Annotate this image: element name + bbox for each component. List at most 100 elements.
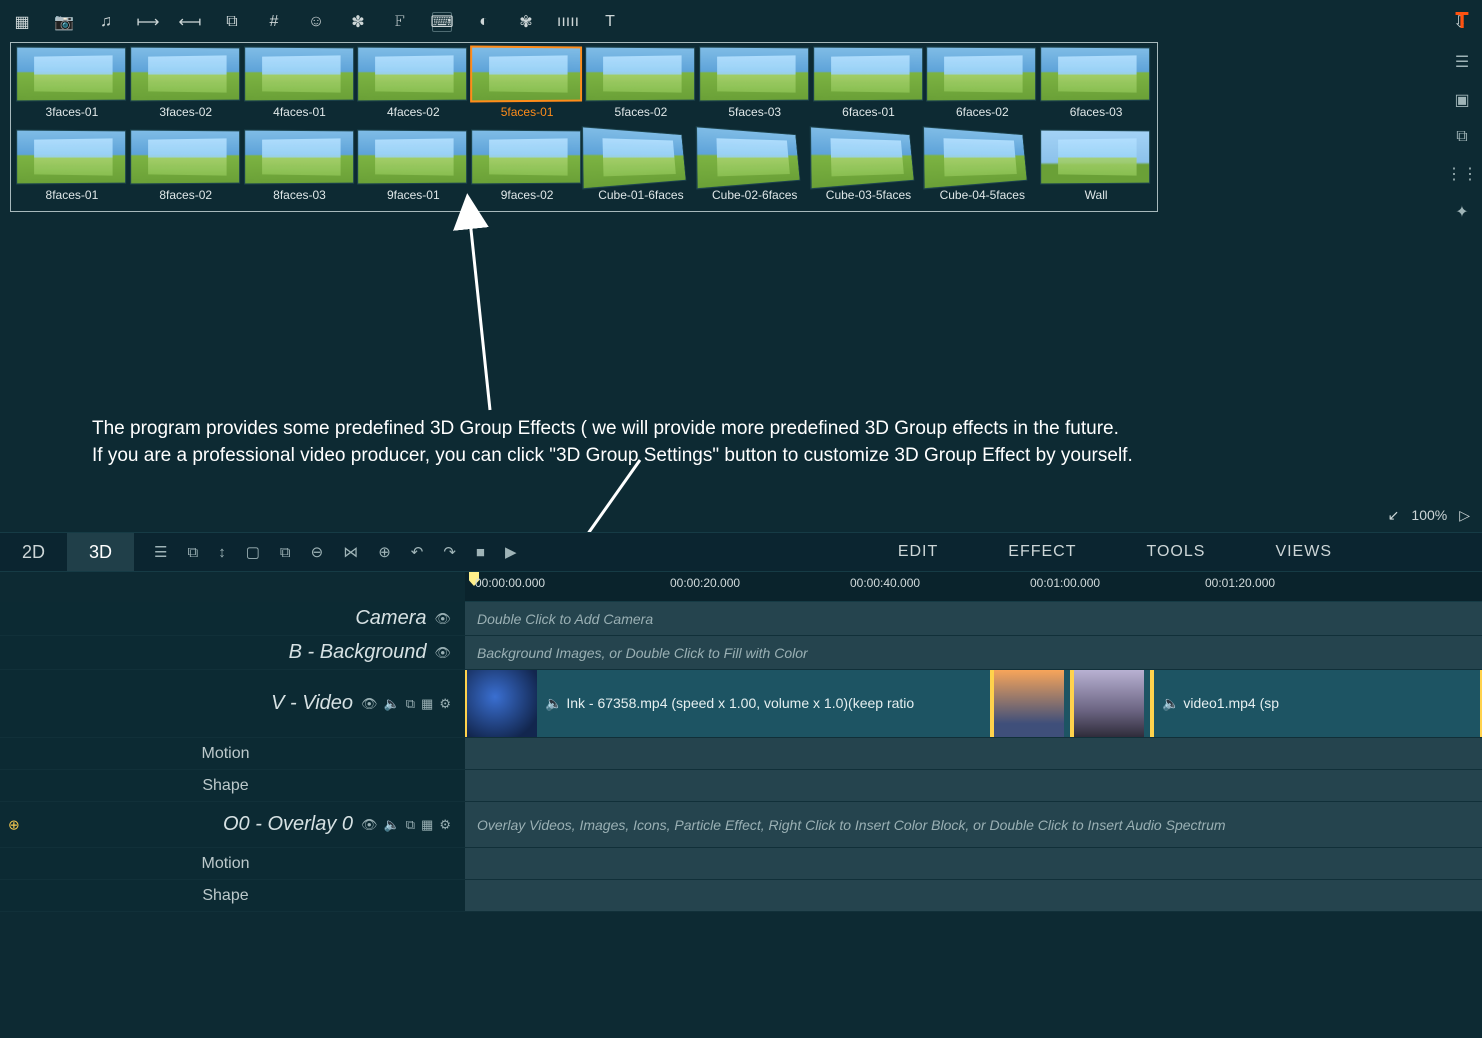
effect-wall[interactable]: Wall (1041, 130, 1151, 209)
effect-8faces-01[interactable]: 8faces-01 (17, 130, 127, 209)
link-icon[interactable]: ⋈ (343, 543, 358, 561)
menu-effect[interactable]: EFFECT (1008, 543, 1076, 561)
track-video-title: V - Video (271, 692, 353, 715)
effect-4faces-02[interactable]: 4faces-02 (358, 47, 468, 126)
list-icon[interactable]: ☰ (154, 543, 167, 561)
track-shape-body[interactable] (465, 880, 1482, 911)
track-video-head: V - Video 👁 🔈 ⧉ ▦ ⚙ (0, 670, 465, 737)
contrast-icon[interactable]: ◐ (474, 12, 494, 32)
effect-3faces-01[interactable]: 3faces-01 (17, 47, 127, 126)
effect-cube-04-5faces[interactable]: Cube-04-5faces (927, 130, 1037, 209)
effect-thumbnail (809, 126, 914, 189)
track-overlay-title: O0 - Overlay 0 (223, 813, 353, 836)
sparkle-icon[interactable]: ✦ (1455, 202, 1468, 222)
transition-in-icon[interactable]: ⟼ (138, 12, 158, 32)
effect-label: 4faces-01 (273, 105, 326, 119)
text-icon[interactable]: T (600, 12, 620, 32)
effect-thumbnail (582, 126, 687, 189)
effect-label: 6faces-02 (956, 105, 1009, 119)
flower-icon[interactable]: ✽ (348, 12, 368, 32)
smiley-icon[interactable]: ☺ (306, 12, 326, 32)
eye-icon[interactable]: 👁 (434, 611, 451, 627)
redo-icon[interactable]: ↷ (443, 543, 456, 561)
effect-8faces-02[interactable]: 8faces-02 (131, 130, 241, 209)
clip-city[interactable] (1072, 670, 1152, 737)
play-icon[interactable]: ▶ (505, 543, 517, 561)
effect-4faces-01[interactable]: 4faces-01 (245, 47, 355, 126)
effect-6faces-01[interactable]: 6faces-01 (814, 47, 924, 126)
undo-icon[interactable]: ↶ (411, 543, 424, 561)
grid-icon[interactable]: ▦ (12, 12, 32, 32)
mirror-icon[interactable]: ⧉ (1456, 128, 1467, 146)
fit-icon[interactable]: ↙ (1388, 507, 1400, 524)
effect-label: Cube-03-5faces (826, 188, 911, 202)
box-icon[interactable]: ▣ (1454, 90, 1469, 110)
keyboard-icon[interactable]: ⌨ (432, 12, 452, 32)
effect-cube-03-5faces[interactable]: Cube-03-5faces (814, 130, 924, 209)
layers-icon[interactable]: ☰ (1455, 52, 1469, 72)
effect-label: 8faces-01 (46, 188, 99, 202)
effect-5faces-02[interactable]: 5faces-02 (586, 47, 696, 126)
bars-icon[interactable]: ııııı (558, 12, 578, 32)
eye-icon[interactable]: 👁 (434, 645, 451, 661)
speaker-icon[interactable]: 🔈 (384, 696, 400, 712)
effect-label: 3faces-02 (159, 105, 212, 119)
font-icon[interactable]: 𝙵 (390, 12, 410, 32)
track-shape-label: Shape (0, 880, 465, 911)
record-icon[interactable]: ⧉ (406, 696, 415, 712)
track-camera-body[interactable]: Double Click to Add Camera (465, 602, 1482, 635)
puzzle-icon[interactable]: ✾ (516, 12, 536, 32)
link-icon[interactable]: ⋮⋮ (1446, 164, 1478, 184)
highlight-tool-icon[interactable]: 𝐓 (1455, 8, 1469, 34)
menu-tools[interactable]: TOOLS (1146, 543, 1205, 561)
effect-5faces-01[interactable]: 5faces-01 (472, 47, 582, 126)
timeline-ruler[interactable]: 00:00:00.000 00:00:20.000 00:00:40.000 0… (465, 572, 1482, 602)
zoom-in-icon[interactable]: ⊕ (378, 543, 391, 561)
effect-cube-02-6faces[interactable]: Cube-02-6faces (700, 130, 810, 209)
stop-icon[interactable]: ■ (476, 544, 485, 561)
add-track-button[interactable]: ⊕ (8, 816, 20, 833)
effect-6faces-03[interactable]: 6faces-03 (1041, 47, 1151, 126)
transition-out-icon[interactable]: ⟻ (180, 12, 200, 32)
menu-views[interactable]: VIEWS (1275, 543, 1332, 561)
gear-icon[interactable]: ⚙ (439, 817, 451, 833)
speaker-icon[interactable]: 🔈 (384, 817, 400, 833)
tab-3d[interactable]: 3D (67, 533, 134, 571)
effect-3faces-02[interactable]: 3faces-02 (131, 47, 241, 126)
effect-cube-01-6faces[interactable]: Cube-01-6faces (586, 130, 696, 209)
track-background-body[interactable]: Background Images, or Double Click to Fi… (465, 636, 1482, 669)
crop-icon[interactable]: ▢ (246, 543, 260, 561)
filter-icon[interactable]: ⧉ (222, 12, 242, 32)
track-overlay-body[interactable]: Overlay Videos, Images, Icons, Particle … (465, 802, 1482, 847)
menu-edit[interactable]: EDIT (898, 543, 938, 561)
track-overlay: ⊕ O0 - Overlay 0 👁 🔈 ⧉ ▦ ⚙ Overlay Video… (0, 802, 1482, 848)
eye-icon[interactable]: 👁 (361, 696, 378, 712)
effect-8faces-03[interactable]: 8faces-03 (245, 130, 355, 209)
camera-icon[interactable]: 📷 (54, 12, 74, 32)
music-icon[interactable]: ♫ (96, 12, 116, 32)
track-video-body[interactable]: 🔈 Ink - 67358.mp4 (speed x 1.00, volume … (465, 670, 1482, 737)
effect-5faces-03[interactable]: 5faces-03 (700, 47, 810, 126)
hash-icon[interactable]: # (264, 12, 284, 32)
eye-icon[interactable]: 👁 (361, 817, 378, 833)
play-preview-icon[interactable]: ▷ (1459, 507, 1470, 524)
effect-6faces-02[interactable]: 6faces-02 (927, 47, 1037, 126)
clip-video1[interactable]: 🔈 video1.mp4 (sp (1152, 670, 1482, 737)
track-motion-body[interactable] (465, 738, 1482, 769)
track-shape-body[interactable] (465, 770, 1482, 801)
zoom-out-icon[interactable]: ⊖ (311, 543, 324, 561)
record-icon[interactable]: ⧉ (406, 817, 415, 833)
group-icon[interactable]: ▦ (421, 817, 433, 833)
snapshot-icon[interactable]: ⧉ (187, 544, 198, 561)
track-motion-body[interactable] (465, 848, 1482, 879)
effect-thumbnail (1040, 130, 1150, 185)
tab-2d[interactable]: 2D (0, 533, 67, 571)
effect-9faces-01[interactable]: 9faces-01 (358, 130, 468, 209)
copy-icon[interactable]: ⧉ (280, 544, 291, 561)
gear-icon[interactable]: ⚙ (439, 696, 451, 712)
group-icon[interactable]: ▦ (421, 696, 433, 712)
clip-ink[interactable]: 🔈 Ink - 67358.mp4 (speed x 1.00, volume … (465, 670, 992, 737)
clip-sunset[interactable] (992, 670, 1072, 737)
resize-icon[interactable]: ↕ (218, 544, 226, 561)
effect-9faces-02[interactable]: 9faces-02 (472, 130, 582, 209)
